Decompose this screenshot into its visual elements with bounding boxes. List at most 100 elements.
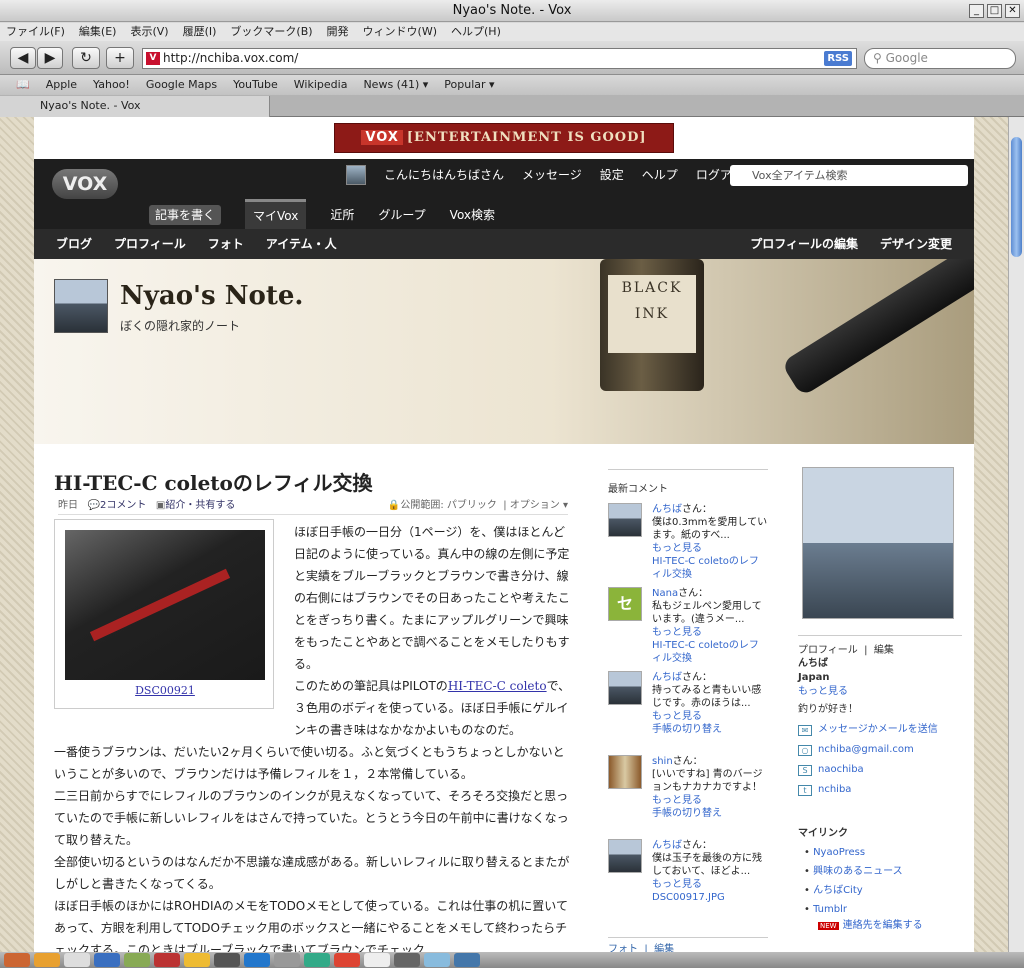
my-link-item[interactable]: NyaoPress bbox=[804, 843, 962, 862]
comment-more-link[interactable]: もっと見る bbox=[652, 795, 702, 806]
menu-edit[interactable]: 編集(E) bbox=[79, 23, 117, 41]
dock-app-icon[interactable] bbox=[94, 953, 120, 967]
minimize-button[interactable]: _ bbox=[969, 4, 984, 18]
commenter-avatar[interactable] bbox=[608, 755, 642, 789]
coleto-link[interactable]: HI-TEC-C coleto bbox=[448, 679, 547, 693]
bookmark-wikipedia[interactable]: Wikipedia bbox=[294, 75, 348, 95]
blog-avatar[interactable] bbox=[54, 279, 108, 333]
rss-button[interactable]: RSS bbox=[824, 51, 852, 66]
bookmark-youtube[interactable]: YouTube bbox=[233, 75, 278, 95]
my-link-item[interactable]: Tumblr bbox=[804, 900, 962, 919]
change-design-link[interactable]: デザイン変更 bbox=[880, 229, 952, 259]
dock-app-icon[interactable] bbox=[424, 953, 450, 967]
edit-links-link[interactable]: 連絡先を編集する bbox=[843, 920, 923, 931]
maximize-button[interactable]: □ bbox=[987, 4, 1002, 18]
menu-file[interactable]: ファイル(F) bbox=[6, 23, 65, 41]
commenter-name[interactable]: んちば bbox=[652, 672, 682, 683]
user-avatar[interactable] bbox=[346, 165, 366, 185]
dock-app-icon[interactable] bbox=[394, 953, 420, 967]
comments-link[interactable]: 2コメント bbox=[100, 500, 146, 511]
comment-entry-link[interactable]: HI-TEC-C coletoのレフィル交換 bbox=[652, 640, 759, 664]
photos-heading[interactable]: フォト bbox=[608, 944, 638, 952]
skype-link[interactable]: naochiba bbox=[818, 763, 864, 777]
tab-my-vox[interactable]: マイVox bbox=[245, 199, 307, 230]
menu-history[interactable]: 履歴(I) bbox=[183, 23, 217, 41]
scrollbar-thumb[interactable] bbox=[1011, 137, 1022, 257]
message-link[interactable]: メッセージかメールを送信 bbox=[818, 723, 938, 737]
edit-links-row[interactable]: NEW 連絡先を編集する bbox=[818, 919, 962, 933]
menu-view[interactable]: 表示(V) bbox=[130, 23, 168, 41]
commenter-avatar[interactable] bbox=[608, 503, 642, 537]
ad-banner[interactable]: VOX [ENTERTAINMENT IS GOOD] bbox=[334, 123, 674, 153]
greeting-link[interactable]: こんにちはんちばさん bbox=[384, 165, 504, 185]
reload-button[interactable]: ↻ bbox=[72, 47, 100, 69]
commenter-avatar[interactable] bbox=[608, 671, 642, 705]
bookmark-google-maps[interactable]: Google Maps bbox=[146, 75, 217, 95]
profile-edit-link[interactable]: 編集 bbox=[874, 645, 894, 656]
help-link[interactable]: ヘルプ bbox=[642, 165, 678, 185]
forward-button[interactable]: ▶ bbox=[37, 47, 63, 69]
tab-groups[interactable]: グループ bbox=[378, 201, 425, 229]
dock-app-icon[interactable] bbox=[4, 953, 30, 967]
dock-app-icon[interactable] bbox=[364, 953, 390, 967]
dock-app-icon[interactable] bbox=[214, 953, 240, 967]
blog-nav-blog[interactable]: ブログ bbox=[56, 229, 92, 259]
commenter-avatar[interactable] bbox=[608, 839, 642, 873]
dock-app-icon[interactable] bbox=[334, 953, 360, 967]
my-link-item[interactable]: んちばCity bbox=[804, 881, 962, 900]
post-photo[interactable]: DSC00921 bbox=[54, 519, 274, 709]
pen-photo-image[interactable] bbox=[65, 530, 265, 680]
menu-bookmarks[interactable]: ブックマーク(B) bbox=[230, 23, 312, 41]
dock-app-icon[interactable] bbox=[244, 953, 270, 967]
address-bar[interactable]: V http://nchiba.vox.com/ RSS bbox=[142, 48, 857, 69]
blog-nav-profile[interactable]: プロフィール bbox=[114, 229, 186, 259]
menu-develop[interactable]: 開発 bbox=[327, 23, 349, 41]
bookmark-news[interactable]: News (41) ▾ bbox=[363, 75, 428, 95]
profile-heading[interactable]: プロフィール bbox=[798, 645, 858, 656]
comment-more-link[interactable]: もっと見る bbox=[652, 627, 702, 638]
commenter-avatar[interactable]: セ bbox=[608, 587, 642, 621]
close-button[interactable]: ✕ bbox=[1005, 4, 1020, 18]
settings-link[interactable]: 設定 bbox=[600, 165, 624, 185]
write-post-button[interactable]: 記事を書く bbox=[149, 204, 222, 225]
comment-entry-link[interactable]: 手帳の切り替え bbox=[652, 724, 722, 735]
bookmark-yahoo[interactable]: Yahoo! bbox=[93, 75, 130, 95]
comment-more-link[interactable]: もっと見る bbox=[652, 543, 702, 554]
comment-entry-link[interactable]: 手帳の切り替え bbox=[652, 808, 722, 819]
my-link-item[interactable]: 興味のあるニュース bbox=[804, 862, 962, 881]
messages-link[interactable]: メッセージ bbox=[522, 165, 582, 185]
vox-search-input[interactable]: Vox全アイテム検索 bbox=[730, 165, 968, 186]
comment-entry-link[interactable]: HI-TEC-C coletoのレフィル交換 bbox=[652, 556, 759, 580]
dock-app-icon[interactable] bbox=[154, 953, 180, 967]
profile-photo[interactable] bbox=[802, 467, 954, 619]
dock-app-icon[interactable] bbox=[184, 953, 210, 967]
back-button[interactable]: ◀ bbox=[10, 47, 36, 69]
post-title[interactable]: HI-TEC-C coletoのレフィル交換 bbox=[54, 467, 373, 496]
skype-contact[interactable]: Snaochiba bbox=[798, 763, 962, 777]
message-contact[interactable]: ✉ メッセージかメールを送信 bbox=[798, 723, 962, 737]
comment-more-link[interactable]: もっと見る bbox=[652, 711, 702, 722]
tab-vox-search[interactable]: Vox検索 bbox=[450, 201, 495, 229]
share-link[interactable]: 紹介・共有する bbox=[165, 500, 235, 511]
dock-app-icon[interactable] bbox=[304, 953, 330, 967]
search-input[interactable]: ⚲ Google bbox=[864, 48, 1016, 69]
commenter-name[interactable]: Nana bbox=[652, 588, 678, 599]
bookmarks-book-icon[interactable]: 📖 bbox=[16, 75, 30, 95]
commenter-name[interactable]: んちば bbox=[652, 840, 682, 851]
bookmark-popular[interactable]: Popular ▾ bbox=[444, 75, 494, 95]
blog-title[interactable]: Nyao's Note. bbox=[120, 281, 303, 311]
vox-logo[interactable]: VOX bbox=[52, 169, 118, 199]
photo-caption-link[interactable]: DSC00921 bbox=[55, 684, 275, 697]
tab-neighborhood[interactable]: 近所 bbox=[330, 201, 354, 229]
dock-app-icon[interactable] bbox=[274, 953, 300, 967]
email-link[interactable]: nchiba@gmail.com bbox=[818, 743, 914, 757]
options-dropdown[interactable]: オプション ▾ bbox=[510, 500, 568, 511]
comment-more-link[interactable]: もっと見る bbox=[652, 879, 702, 890]
commenter-name[interactable]: んちば bbox=[652, 504, 682, 515]
edit-profile-link[interactable]: プロフィールの編集 bbox=[750, 229, 858, 259]
menu-window[interactable]: ウィンドウ(W) bbox=[363, 23, 437, 41]
dock-app-icon[interactable] bbox=[454, 953, 480, 967]
blog-nav-items[interactable]: アイテム・人 bbox=[266, 229, 337, 259]
email-contact[interactable]: ○ nchiba@gmail.com bbox=[798, 743, 962, 757]
tab-active[interactable]: Nyao's Note. - Vox bbox=[0, 96, 270, 117]
